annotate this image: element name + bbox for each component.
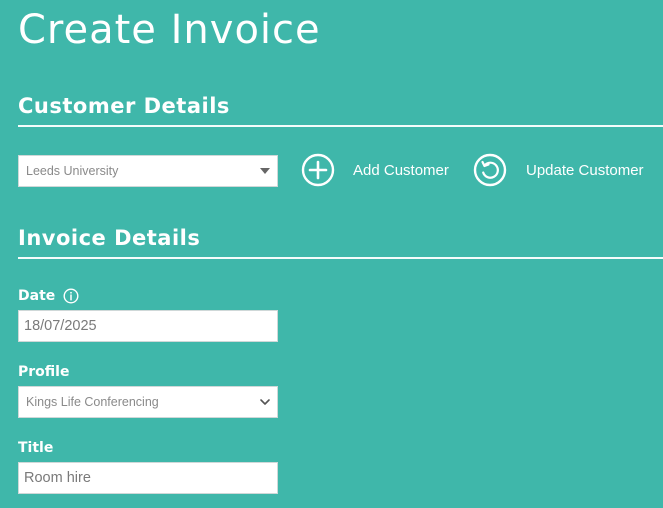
title-label: Title [18,440,54,456]
customer-select-value: Leeds University [26,164,119,178]
caret-down-icon [260,168,270,174]
plus-circle-icon [301,153,335,187]
refresh-circle-icon [473,153,507,187]
customer-details-heading: Customer Details [18,94,230,118]
add-customer-button[interactable]: Add Customer [301,153,449,187]
date-label: Date [18,288,56,304]
customer-select[interactable]: Leeds University [18,155,278,187]
profile-select-value: Kings Life Conferencing [26,395,159,409]
date-label-row: Date [18,288,79,304]
date-field[interactable] [18,310,278,342]
page-title: Create Invoice [18,7,321,53]
invoice-details-heading: Invoice Details [18,226,201,250]
update-customer-label: Update Customer [526,161,644,179]
add-customer-label: Add Customer [353,161,449,179]
title-field[interactable] [18,462,278,494]
profile-select[interactable]: Kings Life Conferencing [18,386,278,418]
chevron-down-icon [260,399,270,405]
customer-details-divider [18,125,663,127]
invoice-details-divider [18,257,663,259]
profile-label: Profile [18,364,70,380]
info-circle-icon[interactable] [63,288,79,304]
update-customer-button[interactable]: Update Customer [473,153,644,187]
